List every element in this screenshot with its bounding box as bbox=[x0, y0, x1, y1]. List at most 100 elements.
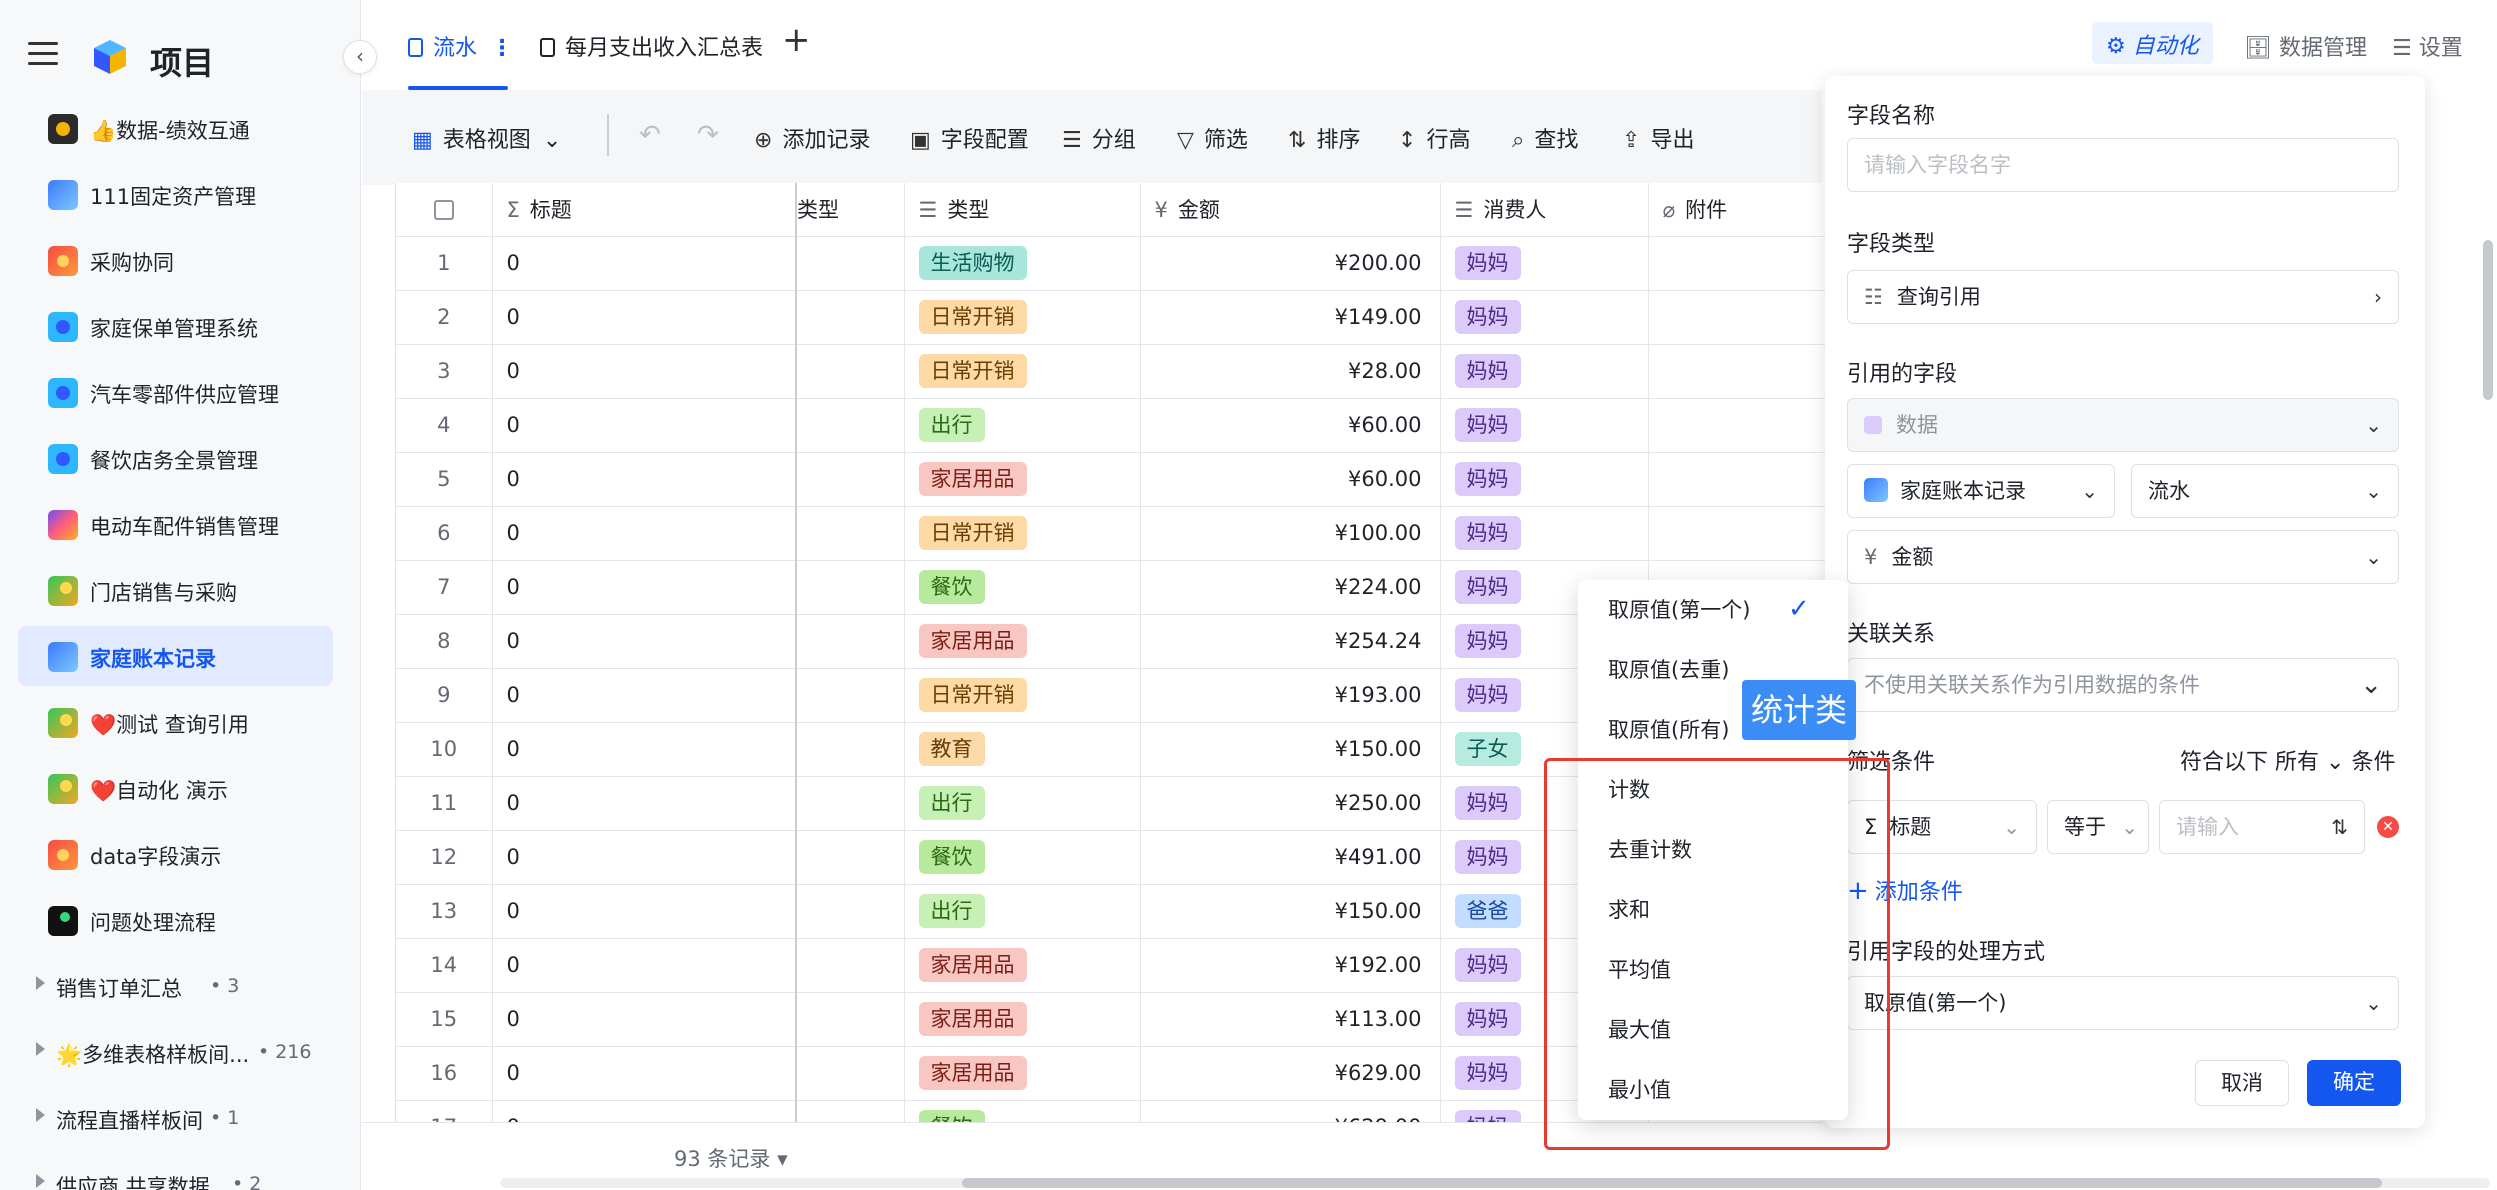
dropdown-option-average[interactable]: 平均值 bbox=[1608, 954, 1671, 984]
condition-value-input[interactable]: 请输入 ⇅ bbox=[2159, 800, 2365, 854]
sidebar-item-purchase[interactable]: 采购协同 bbox=[18, 230, 333, 290]
type-cell[interactable]: 教育 bbox=[904, 722, 1141, 777]
consumer-cell[interactable]: 妈妈 bbox=[1440, 506, 1649, 561]
type-partial-cell[interactable] bbox=[796, 290, 905, 345]
title-cell[interactable]: 0 bbox=[492, 290, 797, 345]
title-cell[interactable]: 0 bbox=[492, 1046, 797, 1101]
undo-icon[interactable]: ↶ bbox=[639, 120, 661, 150]
type-partial-cell[interactable] bbox=[796, 722, 905, 777]
type-cell[interactable]: 餐饮 bbox=[904, 560, 1141, 615]
tab-flow[interactable]: 流水 ⋮ bbox=[408, 30, 513, 62]
tab-monthly-summary[interactable]: 每月支出收入汇总表 bbox=[540, 30, 763, 62]
expand-arrow-icon[interactable] bbox=[36, 1174, 45, 1188]
amount-cell[interactable]: ¥193.00 bbox=[1140, 668, 1441, 723]
amount-cell[interactable]: ¥629.00 bbox=[1140, 1100, 1441, 1123]
consumer-cell[interactable]: 妈妈 bbox=[1440, 452, 1649, 507]
table-row[interactable]: 5 0 家居用品 ¥60.00 妈妈 bbox=[396, 452, 1835, 507]
type-partial-cell[interactable] bbox=[796, 992, 905, 1047]
amount-cell[interactable]: ¥629.00 bbox=[1140, 1046, 1441, 1101]
row-number-cell[interactable]: 8 bbox=[396, 614, 493, 669]
title-cell[interactable]: 0 bbox=[492, 884, 797, 939]
column-header-title[interactable]: Σ 标题 bbox=[492, 183, 797, 237]
table-row[interactable]: 1 0 生活购物 ¥200.00 妈妈 bbox=[396, 236, 1835, 291]
field-type-select[interactable]: ☷ 查询引用 › bbox=[1847, 270, 2399, 324]
expand-arrow-icon[interactable] bbox=[36, 976, 45, 990]
condition-operator-select[interactable]: 等于 ⌄ bbox=[2047, 800, 2149, 854]
ref-data-select[interactable]: 数据 ⌄ bbox=[1847, 398, 2399, 452]
row-number-cell[interactable]: 16 bbox=[396, 1046, 493, 1101]
filter-match-selector[interactable]: 符合以下 所有 ⌄ 条件 bbox=[2180, 744, 2395, 776]
confirm-button[interactable]: 确定 bbox=[2307, 1060, 2401, 1106]
sidebar-group-supplier[interactable]: 供应商 共享数据 • 2 bbox=[18, 1154, 333, 1190]
dropdown-option-all[interactable]: 取原值(所有) bbox=[1608, 714, 1729, 744]
amount-cell[interactable]: ¥113.00 bbox=[1140, 992, 1441, 1047]
group-button[interactable]: ☰ 分组 bbox=[1062, 122, 1136, 154]
sidebar-item-insurance[interactable]: 家庭保单管理系统 bbox=[18, 296, 333, 356]
type-partial-cell[interactable] bbox=[796, 344, 905, 399]
consumer-cell[interactable]: 妈妈 bbox=[1440, 398, 1649, 453]
row-number-cell[interactable]: 10 bbox=[396, 722, 493, 777]
field-name-input[interactable]: 请输入字段名字 bbox=[1847, 138, 2399, 192]
type-cell[interactable]: 家居用品 bbox=[904, 938, 1141, 993]
table-row[interactable]: 2 0 日常开销 ¥149.00 妈妈 bbox=[396, 290, 1835, 345]
row-number-cell[interactable]: 13 bbox=[396, 884, 493, 939]
type-cell[interactable]: 餐饮 bbox=[904, 1100, 1141, 1123]
attachment-cell[interactable] bbox=[1648, 290, 1835, 345]
column-header-type-partial[interactable]: 类型 bbox=[796, 183, 905, 237]
type-cell[interactable]: 出行 bbox=[904, 884, 1141, 939]
amount-cell[interactable]: ¥28.00 bbox=[1140, 344, 1441, 399]
filter-button[interactable]: ▽ 筛选 bbox=[1177, 122, 1248, 154]
expand-arrow-icon[interactable] bbox=[36, 1108, 45, 1122]
amount-cell[interactable]: ¥60.00 bbox=[1140, 452, 1441, 507]
amount-cell[interactable]: ¥200.00 bbox=[1140, 236, 1441, 291]
row-number-cell[interactable]: 3 bbox=[396, 344, 493, 399]
column-header-attachment[interactable]: ⌀ 附件 bbox=[1648, 183, 1835, 237]
ref-table-select[interactable]: 流水 ⌄ bbox=[2131, 464, 2399, 518]
ref-field-select[interactable]: ¥ 金额 ⌄ bbox=[1847, 530, 2399, 584]
filter-match-mode[interactable]: 所有 bbox=[2275, 750, 2319, 775]
type-cell[interactable]: 日常开销 bbox=[904, 344, 1141, 399]
title-cell[interactable]: 0 bbox=[492, 722, 797, 777]
sidebar-item-test-lookup[interactable]: ❤️测试 查询引用 bbox=[18, 692, 333, 752]
sidebar-item-issue-flow[interactable]: 问题处理流程 bbox=[18, 890, 333, 950]
dropdown-option-count[interactable]: 计数 bbox=[1608, 774, 1650, 804]
add-condition-button[interactable]: + 添加条件 bbox=[1847, 874, 1963, 906]
attachment-cell[interactable] bbox=[1648, 344, 1835, 399]
collapse-sidebar-button[interactable]: ‹ bbox=[343, 40, 377, 74]
expand-arrow-icon[interactable] bbox=[36, 1042, 45, 1056]
type-partial-cell[interactable] bbox=[796, 506, 905, 561]
type-cell[interactable]: 日常开销 bbox=[904, 668, 1141, 723]
sidebar-group-live[interactable]: 流程直播样板间 • 1 bbox=[18, 1088, 333, 1148]
amount-cell[interactable]: ¥60.00 bbox=[1140, 398, 1441, 453]
redo-icon[interactable]: ↷ bbox=[697, 120, 719, 150]
sort-button[interactable]: ⇅ 排序 bbox=[1288, 122, 1360, 154]
title-cell[interactable]: 0 bbox=[492, 398, 797, 453]
amount-cell[interactable]: ¥250.00 bbox=[1140, 776, 1441, 831]
row-number-cell[interactable]: 1 bbox=[396, 236, 493, 291]
title-cell[interactable]: 0 bbox=[492, 614, 797, 669]
data-manage-button[interactable]: 🗄 数据管理 bbox=[2244, 30, 2367, 62]
type-cell[interactable]: 家居用品 bbox=[904, 614, 1141, 669]
amount-cell[interactable]: ¥491.00 bbox=[1140, 830, 1441, 885]
type-partial-cell[interactable] bbox=[796, 614, 905, 669]
attachment-cell[interactable] bbox=[1648, 398, 1835, 453]
type-partial-cell[interactable] bbox=[796, 452, 905, 507]
sidebar-item-family-ledger[interactable]: 家庭账本记录 bbox=[18, 626, 333, 686]
type-partial-cell[interactable] bbox=[796, 776, 905, 831]
type-partial-cell[interactable] bbox=[796, 938, 905, 993]
vertical-scrollbar[interactable] bbox=[2483, 240, 2493, 400]
record-count[interactable]: 93 条记录 ▾ bbox=[674, 1143, 788, 1173]
title-cell[interactable]: 0 bbox=[492, 668, 797, 723]
amount-cell[interactable]: ¥150.00 bbox=[1140, 884, 1441, 939]
remove-condition-icon[interactable]: ✕ bbox=[2377, 816, 2399, 838]
sidebar-item-data-field[interactable]: data字段演示 bbox=[18, 824, 333, 884]
row-number-cell[interactable]: 12 bbox=[396, 830, 493, 885]
title-cell[interactable]: 0 bbox=[492, 452, 797, 507]
amount-cell[interactable]: ¥224.00 bbox=[1140, 560, 1441, 615]
amount-cell[interactable]: ¥100.00 bbox=[1140, 506, 1441, 561]
title-cell[interactable]: 0 bbox=[492, 938, 797, 993]
dropdown-option-first[interactable]: 取原值(第一个) bbox=[1608, 594, 1750, 624]
sidebar-group-templates[interactable]: 🌟多维表格样板间... • 216 bbox=[18, 1022, 333, 1082]
row-height-button[interactable]: ↕ 行高 bbox=[1398, 122, 1470, 154]
sidebar-item-ev-parts[interactable]: 电动车配件销售管理 bbox=[18, 494, 333, 554]
